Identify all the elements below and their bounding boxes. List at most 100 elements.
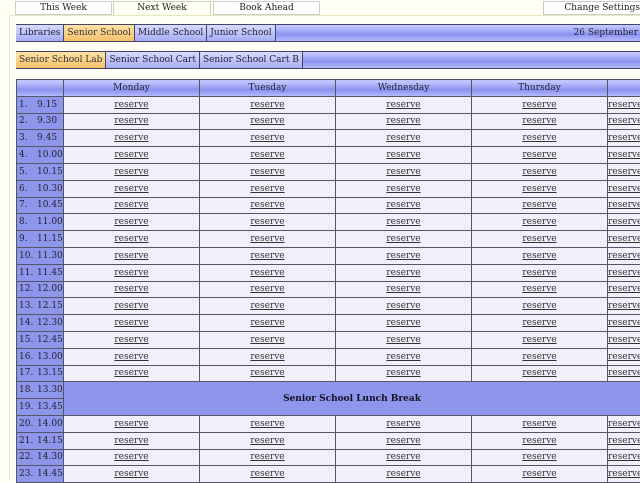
reserve-link[interactable]: reserve bbox=[114, 133, 148, 143]
tab-senior-school[interactable]: Senior School bbox=[64, 25, 134, 41]
change-settings-button[interactable]: Change Settings bbox=[543, 1, 640, 15]
reserve-link[interactable]: reserve bbox=[608, 368, 640, 378]
reserve-link[interactable]: reserve bbox=[114, 284, 148, 294]
reserve-link[interactable]: reserve bbox=[522, 268, 556, 278]
reserve-link[interactable]: reserve bbox=[114, 167, 148, 177]
reserve-link[interactable]: reserve bbox=[386, 469, 420, 479]
reserve-link[interactable]: reserve bbox=[522, 301, 556, 311]
reserve-link[interactable]: reserve bbox=[386, 200, 420, 210]
tab-senior-school-lab[interactable]: Senior School Lab bbox=[16, 52, 106, 68]
reserve-link[interactable]: reserve bbox=[386, 318, 420, 328]
reserve-link[interactable]: reserve bbox=[250, 335, 284, 345]
reserve-link[interactable]: reserve bbox=[114, 217, 148, 227]
reserve-link[interactable]: reserve bbox=[608, 469, 640, 479]
reserve-link[interactable]: reserve bbox=[386, 234, 420, 244]
reserve-link[interactable]: reserve bbox=[608, 452, 640, 462]
reserve-link[interactable]: reserve bbox=[250, 352, 284, 362]
reserve-link[interactable]: reserve bbox=[250, 100, 284, 110]
reserve-link[interactable]: reserve bbox=[114, 452, 148, 462]
reserve-link[interactable]: reserve bbox=[522, 452, 556, 462]
reserve-link[interactable]: reserve bbox=[386, 419, 420, 429]
reserve-link[interactable]: reserve bbox=[250, 217, 284, 227]
reserve-link[interactable]: reserve bbox=[114, 335, 148, 345]
reserve-link[interactable]: reserve bbox=[250, 268, 284, 278]
reserve-link[interactable]: reserve bbox=[386, 284, 420, 294]
reserve-link[interactable]: reserve bbox=[522, 184, 556, 194]
reserve-link[interactable]: reserve bbox=[250, 184, 284, 194]
tab-junior-school[interactable]: Junior School bbox=[207, 25, 275, 41]
reserve-link[interactable]: reserve bbox=[114, 200, 148, 210]
reserve-link[interactable]: reserve bbox=[250, 284, 284, 294]
reserve-link[interactable]: reserve bbox=[522, 234, 556, 244]
reserve-link[interactable]: reserve bbox=[608, 335, 640, 345]
reserve-link[interactable]: reserve bbox=[608, 318, 640, 328]
reserve-link[interactable]: reserve bbox=[522, 419, 556, 429]
tab-next-week[interactable]: Next Week bbox=[113, 1, 211, 16]
reserve-link[interactable]: reserve bbox=[114, 184, 148, 194]
reserve-link[interactable]: reserve bbox=[386, 184, 420, 194]
reserve-link[interactable]: reserve bbox=[250, 368, 284, 378]
reserve-link[interactable]: reserve bbox=[114, 352, 148, 362]
reserve-link[interactable]: reserve bbox=[250, 419, 284, 429]
reserve-link[interactable]: reserve bbox=[114, 150, 148, 160]
reserve-link[interactable]: reserve bbox=[522, 150, 556, 160]
reserve-link[interactable]: reserve bbox=[114, 301, 148, 311]
reserve-link[interactable]: reserve bbox=[608, 217, 640, 227]
reserve-link[interactable]: reserve bbox=[250, 251, 284, 261]
reserve-link[interactable]: reserve bbox=[250, 200, 284, 210]
reserve-link[interactable]: reserve bbox=[608, 419, 640, 429]
reserve-link[interactable]: reserve bbox=[386, 100, 420, 110]
reserve-link[interactable]: reserve bbox=[386, 452, 420, 462]
reserve-link[interactable]: reserve bbox=[522, 469, 556, 479]
reserve-link[interactable]: reserve bbox=[608, 436, 640, 446]
reserve-link[interactable]: reserve bbox=[608, 133, 640, 143]
reserve-link[interactable]: reserve bbox=[386, 335, 420, 345]
reserve-link[interactable]: reserve bbox=[114, 469, 148, 479]
reserve-link[interactable]: reserve bbox=[386, 217, 420, 227]
reserve-link[interactable]: reserve bbox=[522, 251, 556, 261]
reserve-link[interactable]: reserve bbox=[522, 116, 556, 126]
reserve-link[interactable]: reserve bbox=[608, 251, 640, 261]
reserve-link[interactable]: reserve bbox=[386, 251, 420, 261]
reserve-link[interactable]: reserve bbox=[250, 436, 284, 446]
reserve-link[interactable]: reserve bbox=[608, 352, 640, 362]
reserve-link[interactable]: reserve bbox=[522, 200, 556, 210]
reserve-link[interactable]: reserve bbox=[114, 234, 148, 244]
reserve-link[interactable]: reserve bbox=[608, 184, 640, 194]
reserve-link[interactable]: reserve bbox=[114, 268, 148, 278]
reserve-link[interactable]: reserve bbox=[608, 116, 640, 126]
reserve-link[interactable]: reserve bbox=[522, 352, 556, 362]
reserve-link[interactable]: reserve bbox=[250, 116, 284, 126]
reserve-link[interactable]: reserve bbox=[608, 268, 640, 278]
reserve-link[interactable]: reserve bbox=[114, 419, 148, 429]
reserve-link[interactable]: reserve bbox=[522, 217, 556, 227]
reserve-link[interactable]: reserve bbox=[386, 167, 420, 177]
tab-senior-school-cart[interactable]: Senior School Cart bbox=[106, 52, 200, 68]
reserve-link[interactable]: reserve bbox=[114, 436, 148, 446]
reserve-link[interactable]: reserve bbox=[386, 301, 420, 311]
reserve-link[interactable]: reserve bbox=[250, 452, 284, 462]
reserve-link[interactable]: reserve bbox=[250, 301, 284, 311]
reserve-link[interactable]: reserve bbox=[114, 368, 148, 378]
reserve-link[interactable]: reserve bbox=[522, 284, 556, 294]
reserve-link[interactable]: reserve bbox=[250, 318, 284, 328]
reserve-link[interactable]: reserve bbox=[114, 100, 148, 110]
tab-this-week[interactable]: This Week bbox=[15, 1, 112, 15]
reserve-link[interactable]: reserve bbox=[608, 167, 640, 177]
reserve-link[interactable]: reserve bbox=[522, 335, 556, 345]
reserve-link[interactable]: reserve bbox=[522, 167, 556, 177]
reserve-link[interactable]: reserve bbox=[386, 368, 420, 378]
reserve-link[interactable]: reserve bbox=[250, 469, 284, 479]
tab-libraries[interactable]: Libraries bbox=[16, 25, 64, 41]
reserve-link[interactable]: reserve bbox=[386, 150, 420, 160]
reserve-link[interactable]: reserve bbox=[250, 234, 284, 244]
tab-book-ahead[interactable]: Book Ahead bbox=[213, 1, 320, 15]
reserve-link[interactable]: reserve bbox=[386, 268, 420, 278]
reserve-link[interactable]: reserve bbox=[608, 100, 640, 110]
reserve-link[interactable]: reserve bbox=[386, 116, 420, 126]
reserve-link[interactable]: reserve bbox=[114, 116, 148, 126]
reserve-link[interactable]: reserve bbox=[522, 100, 556, 110]
reserve-link[interactable]: reserve bbox=[608, 301, 640, 311]
reserve-link[interactable]: reserve bbox=[522, 318, 556, 328]
reserve-link[interactable]: reserve bbox=[522, 436, 556, 446]
